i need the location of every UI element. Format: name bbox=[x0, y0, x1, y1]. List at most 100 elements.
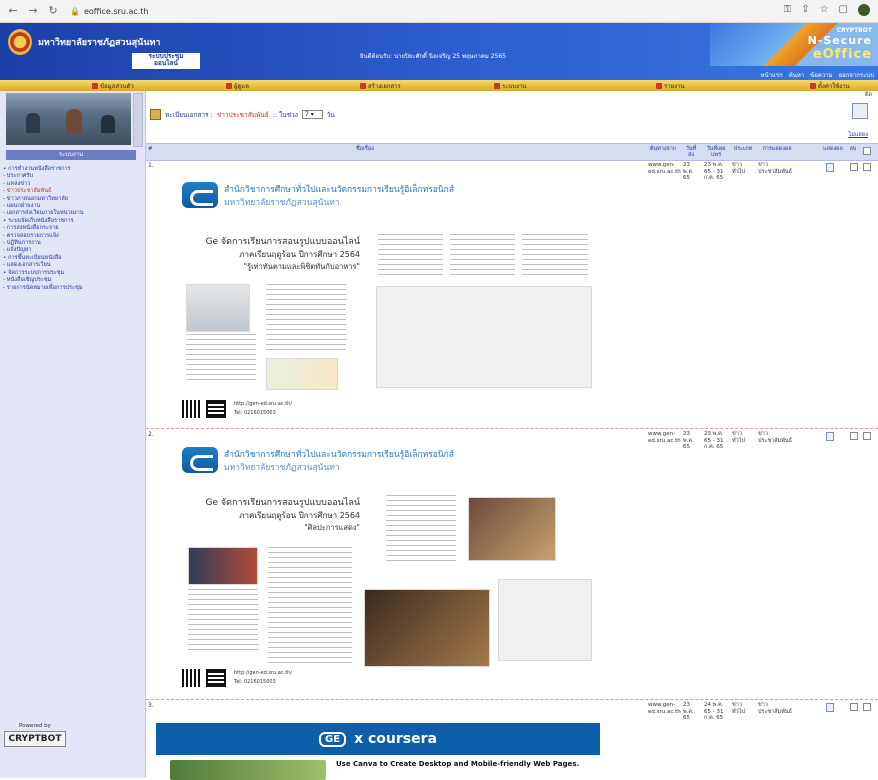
poster-text bbox=[268, 547, 352, 665]
row-checkbox[interactable] bbox=[863, 703, 871, 711]
menu-systems[interactable]: ระบบงาน bbox=[494, 81, 526, 91]
course-thumbnail bbox=[170, 760, 326, 780]
brand-line1: CRYPTBOT bbox=[836, 27, 872, 34]
row-source: www.gen-ed.sru.ac.th bbox=[648, 162, 681, 175]
row-checkbox[interactable] bbox=[850, 703, 858, 711]
row-source: www.gen-ed.sru.ac.th bbox=[648, 431, 681, 444]
sidebar-menu: • การทำงานหนังสือราชการ - ประกาศรับ - แห… bbox=[3, 166, 141, 292]
reload-icon[interactable]: ↻ bbox=[46, 4, 60, 18]
col-delete: ลบ bbox=[849, 146, 857, 152]
document-icon bbox=[360, 83, 366, 89]
select-all-checkbox[interactable] bbox=[863, 147, 871, 155]
breadcrumb-current: ข่าวประชาสัมพันธ์ bbox=[216, 110, 269, 119]
breadcrumb-prefix[interactable]: ทะเบียนเอกสาร : bbox=[165, 110, 213, 120]
key-icon[interactable]: ⚿ bbox=[784, 4, 792, 16]
system-name: ระบบประชุม ออนไลน์ bbox=[132, 53, 200, 69]
poster-screenshot bbox=[376, 286, 592, 388]
col-display[interactable]: การแสดงผล bbox=[758, 146, 796, 152]
col-source[interactable]: ต้นทางจาก bbox=[648, 146, 678, 152]
table-header: # ชื่อเรื่อง ต้นทางจาก วันที่ ส่ง วันที่… bbox=[146, 143, 878, 161]
col-type[interactable]: ประเภท bbox=[732, 146, 754, 152]
row-type: ข่าวทั่วไป bbox=[732, 702, 745, 715]
row-display: ข่าวประชาสัมพันธ์ bbox=[758, 431, 792, 444]
share-icon[interactable]: ⇪ bbox=[801, 4, 809, 16]
row-checkbox[interactable] bbox=[863, 163, 871, 171]
news-poster-image[interactable]: สำนักวิชาการศึกษาทั่วไปและนวัตกรรมการเรี… bbox=[158, 439, 600, 695]
print-icon[interactable] bbox=[852, 103, 868, 119]
col-sent-date[interactable]: วันที่ ส่ง bbox=[683, 146, 699, 158]
row-number: 1. bbox=[148, 162, 154, 169]
poster-text bbox=[266, 284, 346, 354]
col-number: # bbox=[148, 146, 153, 152]
sidebar-item[interactable]: - หนังสือเชิญประชุม bbox=[3, 277, 141, 284]
hide-link[interactable]: ไม่แสดง bbox=[848, 131, 868, 139]
top-link-logout[interactable]: ออกจากระบบ bbox=[839, 70, 874, 80]
row-number: 3. bbox=[148, 702, 154, 709]
top-link-messages[interactable]: ข้อความ bbox=[810, 70, 832, 80]
row-checkbox[interactable] bbox=[850, 432, 858, 440]
sidebar-item[interactable]: - เอกสารส่งเวียนภายในหน่วยงาน bbox=[3, 210, 141, 217]
row-type: ข่าวทั่วไป bbox=[732, 431, 745, 444]
poster-photo-dance bbox=[364, 589, 490, 667]
top-link-home[interactable]: หน้าแรก bbox=[761, 70, 783, 80]
url-text: eoffice.sru.ac.th bbox=[83, 6, 149, 16]
row-number: 2. bbox=[148, 431, 154, 438]
top-links: หน้าแรก ค้นหา ข้อความ ออกจากระบบ bbox=[761, 70, 874, 80]
forward-icon[interactable]: → bbox=[26, 4, 40, 18]
sidebar-item[interactable]: - รายการนัดหมายเพื่อการประชุม bbox=[3, 285, 141, 292]
row-sent: 23 พ.ค. 65 bbox=[683, 702, 694, 721]
menu-reports[interactable]: รายงาน bbox=[656, 81, 685, 91]
address-bar[interactable]: 🔒 eoffice.sru.ac.th bbox=[70, 7, 149, 16]
legend-text: ดิด bbox=[864, 92, 872, 98]
menu-profile[interactable]: ข้อมูลส่วนตัว bbox=[92, 81, 134, 91]
sidebar-item[interactable]: - ข่าวภายนอกมหาวิทยาลัย bbox=[3, 196, 141, 203]
course-title: Use Canva to Create Desktop and Mobile-f… bbox=[336, 760, 580, 768]
poster-org-line1: สำนักวิชาการศึกษาทั่วไปและนวัตกรรมการเรี… bbox=[224, 450, 455, 460]
view-doc-icon[interactable] bbox=[826, 432, 834, 441]
poster-photo-performance bbox=[468, 497, 556, 561]
qr-code-icon bbox=[182, 400, 202, 418]
row-checkbox[interactable] bbox=[850, 163, 858, 171]
system-icon bbox=[494, 83, 500, 89]
poster-text bbox=[378, 234, 443, 278]
sidebar-item[interactable]: - แจ้งปัญหา bbox=[3, 247, 141, 254]
row-checkbox[interactable] bbox=[863, 432, 871, 440]
sidebar-scrollbar[interactable] bbox=[133, 93, 143, 147]
sidebar-item[interactable]: - แสดงเอกสารเวียน bbox=[3, 262, 141, 269]
sidebar-item[interactable]: - ตรวจสอบรายการแจ้ง bbox=[3, 233, 141, 240]
poster-org-line1: สำนักวิชาการศึกษาทั่วไปและนวัตกรรมการเรี… bbox=[224, 185, 455, 195]
menu-settings[interactable]: ตั้งค่าใช้งาน bbox=[810, 81, 850, 91]
sidebar-item[interactable]: • จัดการระบบการประชุม bbox=[3, 270, 141, 277]
report-icon bbox=[656, 83, 662, 89]
tab-icon[interactable]: ▢ bbox=[839, 4, 848, 16]
row-display: ข่าวประชาสัมพันธ์ bbox=[758, 702, 792, 715]
poster-text bbox=[186, 334, 256, 382]
back-icon[interactable]: ← bbox=[6, 4, 20, 18]
row-type: ข่าวทั่วไป bbox=[732, 162, 745, 175]
sidebar-item-selected[interactable]: - ข่าวประชาสัมพันธ์ bbox=[3, 188, 141, 195]
period-unit: วัน bbox=[326, 110, 335, 119]
menu-create-document[interactable]: สร้างเอกสาร bbox=[360, 81, 401, 91]
breadcrumb-suffix: :: ในช่วง bbox=[272, 110, 298, 119]
sidebar-item[interactable]: - ประกาศรับ bbox=[3, 173, 141, 180]
top-link-search[interactable]: ค้นหา bbox=[789, 70, 804, 80]
poster-headline: Ge จัดการเรียนการสอนรูปแบบออนไลน์ ภาคเรี… bbox=[205, 237, 360, 271]
view-doc-icon[interactable] bbox=[826, 703, 834, 712]
settings-icon bbox=[810, 83, 816, 89]
star-icon[interactable]: ☆ bbox=[820, 4, 829, 16]
coursera-banner[interactable]: GE x coursera bbox=[156, 723, 600, 755]
period-select[interactable]: 7 ▾ bbox=[302, 110, 323, 119]
col-title[interactable]: ชื่อเรื่อง bbox=[356, 146, 374, 152]
col-published[interactable]: วันที่เผยแพร่ bbox=[704, 146, 728, 158]
breadcrumb: ทะเบียนเอกสาร : ข่าวประชาสัมพันธ์ :: ในช… bbox=[150, 109, 335, 120]
main-content: ดิด ทะเบียนเอกสาร : ข่าวประชาสัมพันธ์ ::… bbox=[146, 91, 878, 780]
university-seal-icon bbox=[8, 29, 32, 55]
sidebar-item[interactable]: - การส่งหนังสือกระจาย bbox=[3, 225, 141, 232]
view-doc-icon[interactable] bbox=[826, 163, 834, 172]
menu-admin[interactable]: ผู้ดูแล bbox=[226, 81, 249, 91]
table-row: 3. www.gen-ed.sru.ac.th 23 พ.ค. 65 24 พ.… bbox=[146, 700, 878, 780]
brand-banner: CRYPTBOT N-Secure eOffice bbox=[710, 23, 878, 66]
profile-avatar[interactable] bbox=[858, 4, 870, 16]
news-poster-image[interactable]: สำนักวิชาการศึกษาทั่วไปและนวัตกรรมการเรี… bbox=[158, 174, 600, 424]
row-sent: 23 พ.ค. 65 bbox=[683, 431, 694, 450]
